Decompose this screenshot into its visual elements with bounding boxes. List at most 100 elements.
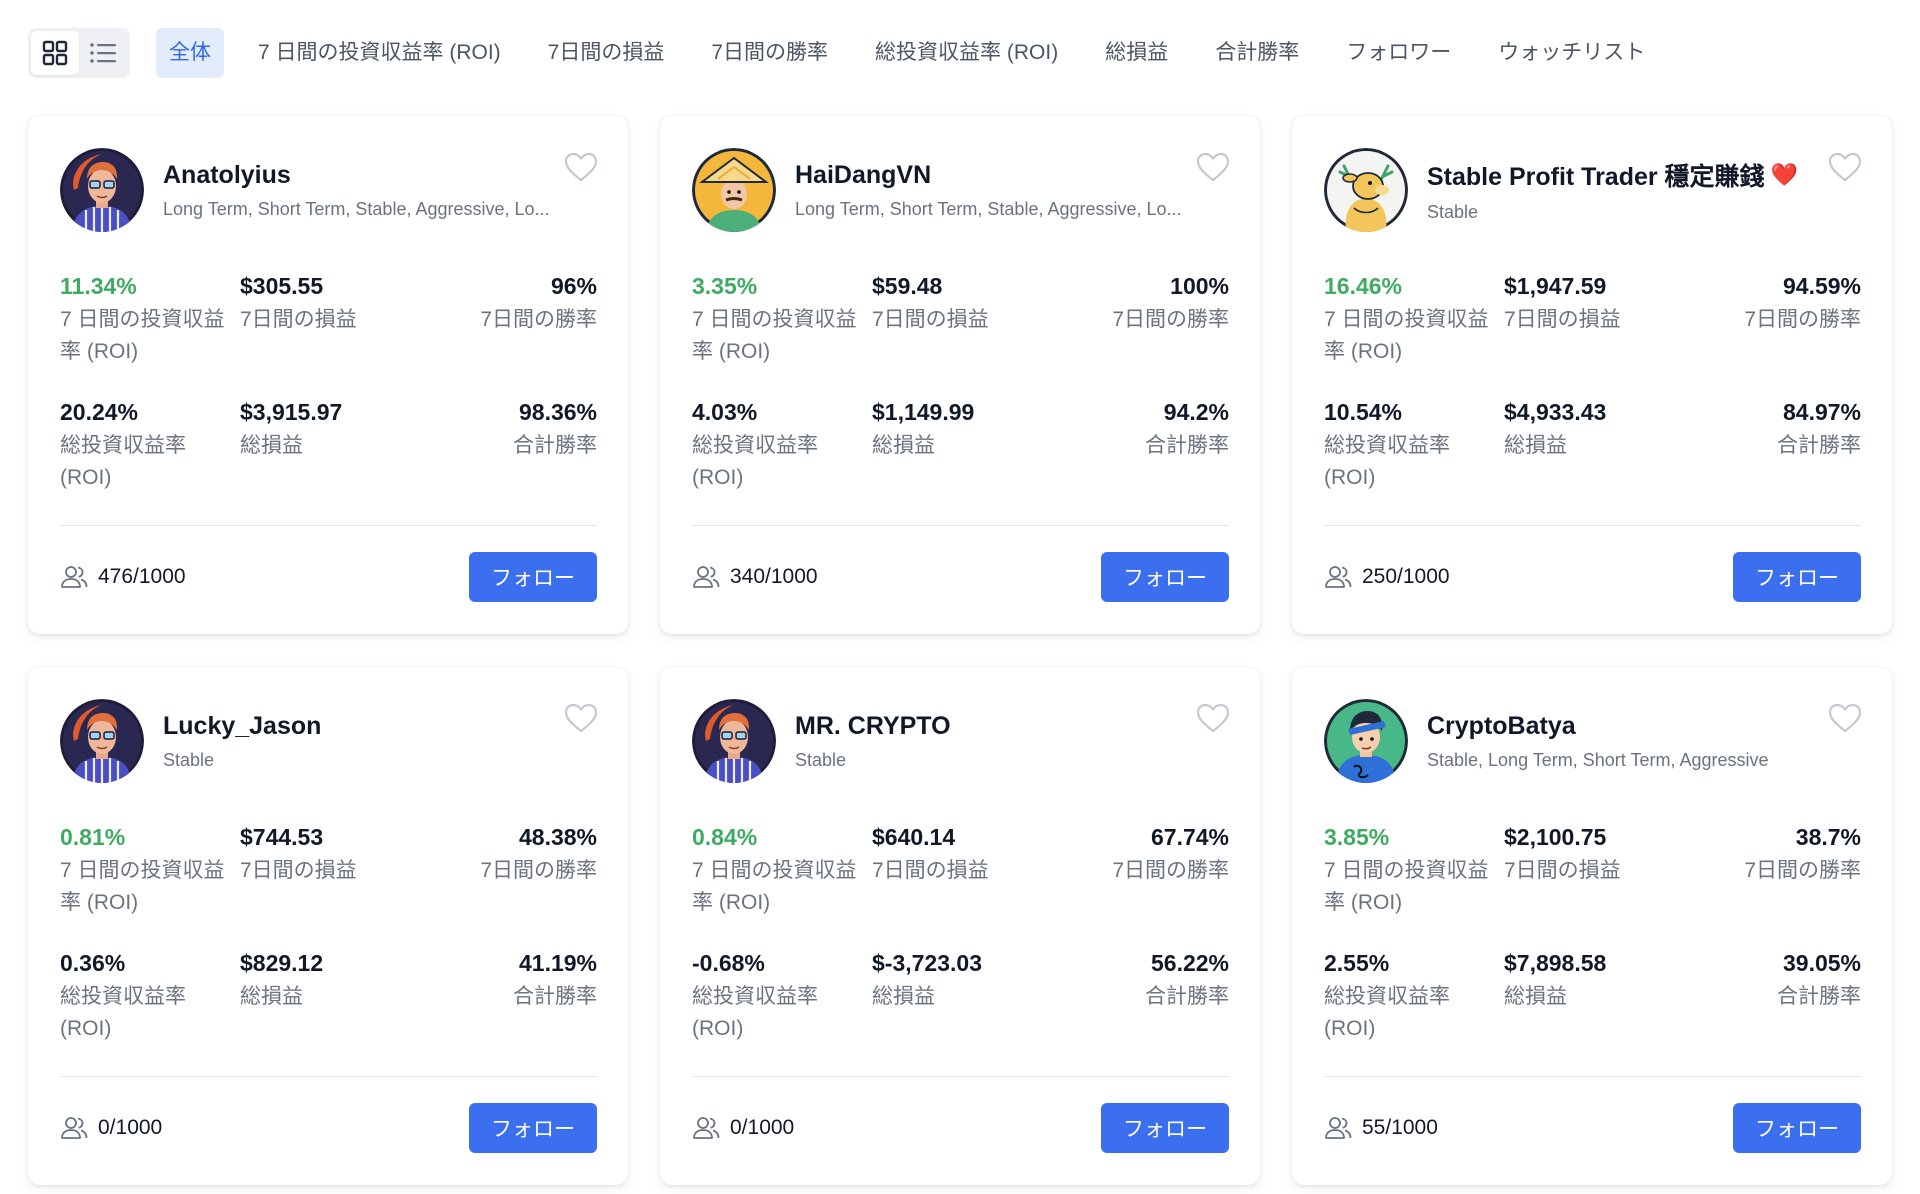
- tab-roi-total[interactable]: 総投資収益率 (ROI): [862, 28, 1071, 78]
- winrate-total-value: 41.19%: [518, 950, 597, 976]
- winrate-7d-label: 7日間の勝率: [1744, 308, 1861, 331]
- follower-count-text: 250/1000: [1362, 565, 1450, 588]
- follow-button[interactable]: フォロー: [1733, 1103, 1861, 1153]
- divider: [60, 525, 597, 526]
- view-toggle: [28, 28, 130, 78]
- roi-7d-label: 7 日間の投資収益率 (ROI): [60, 308, 225, 363]
- pnl-7d-label: 7日間の損益: [1504, 859, 1621, 882]
- trader-card[interactable]: HaiDangVN Long Term, Short Term, Stable,…: [660, 116, 1260, 634]
- trader-card[interactable]: Stable Profit Trader 穩定賺錢 ❤️ Stable 16.46…: [1292, 116, 1892, 634]
- card-footer: 55/1000 フォロー: [1324, 1103, 1861, 1153]
- follow-button[interactable]: フォロー: [469, 552, 597, 602]
- card-header: HaiDangVN Long Term, Short Term, Stable,…: [692, 148, 1229, 232]
- winrate-7d-value: 96%: [550, 273, 597, 299]
- nerd-avatar: [692, 699, 776, 783]
- roi-total-value: 20.24%: [60, 399, 139, 425]
- card-header: CryptoBatya Stable, Long Term, Short Ter…: [1324, 699, 1861, 783]
- pnl-7d-value: $744.53: [240, 824, 324, 850]
- divider: [60, 1076, 597, 1077]
- tab-pnl-7d[interactable]: 7日間の損益: [535, 28, 678, 78]
- tab-followers[interactable]: フォロワー: [1333, 28, 1464, 78]
- winrate-total-value: 98.36%: [518, 399, 597, 425]
- tab-all[interactable]: 全体: [156, 28, 224, 78]
- trader-card[interactable]: MR. CRYPTO Stable 0.84% 7 日間の投資収益率 (ROI) …: [660, 667, 1260, 1185]
- winrate-7d-value: 94.59%: [1782, 273, 1861, 299]
- roi-total-label: 総投資収益率 (ROI): [60, 985, 186, 1040]
- pnl-7d-value: $2,100.75: [1504, 824, 1607, 850]
- stats-row-7d: 3.85% 7 日間の投資収益率 (ROI) $2,100.75 7日間の損益 38…: [1324, 823, 1861, 919]
- blue-hoodie-avatar: [1324, 699, 1408, 783]
- grid-view-button[interactable]: [31, 31, 79, 75]
- follow-button[interactable]: フォロー: [1101, 552, 1229, 602]
- list-icon: [90, 43, 116, 63]
- trader-card[interactable]: Lucky_Jason Stable 0.81% 7 日間の投資収益率 (ROI)…: [28, 667, 628, 1185]
- stats-row-7d: 16.46% 7 日間の投資収益率 (ROI) $1,947.59 7日間の損益 9…: [1324, 272, 1861, 368]
- watchlist-heart-icon[interactable]: [564, 703, 598, 733]
- trader-tags: Stable: [795, 749, 847, 770]
- winrate-total-label: 合計勝率: [1145, 985, 1229, 1008]
- watchlist-heart-icon[interactable]: [1828, 152, 1862, 182]
- watchlist-heart-icon[interactable]: [1196, 703, 1230, 733]
- pnl-7d-value: $305.55: [240, 273, 324, 299]
- winrate-7d-label: 7日間の勝率: [1744, 859, 1861, 882]
- pnl-7d-label: 7日間の損益: [1504, 308, 1621, 331]
- tab-watchlist[interactable]: ウォッチリスト: [1485, 28, 1658, 78]
- trader-tags: Stable, Long Term, Short Term, Aggressiv…: [1427, 749, 1769, 770]
- tab-winrate-total[interactable]: 合計勝率: [1202, 28, 1312, 78]
- watchlist-heart-icon[interactable]: [564, 152, 598, 182]
- watchlist-heart-icon[interactable]: [1196, 152, 1230, 182]
- roi-7d-value: 3.35%: [692, 273, 758, 299]
- pnl-total-label: 総損益: [1504, 985, 1567, 1008]
- follow-button[interactable]: フォロー: [1101, 1103, 1229, 1153]
- trader-tags: Stable: [163, 749, 215, 770]
- stats-row-7d: 3.35% 7 日間の投資収益率 (ROI) $59.48 7日間の損益 100% 7…: [692, 272, 1229, 368]
- stats-row-total: 20.24% 総投資収益率 (ROI) $3,915.97 総損益 98.36% 合計…: [60, 398, 597, 494]
- pnl-7d-label: 7日間の損益: [872, 859, 989, 882]
- card-footer: 476/1000 フォロー: [60, 552, 597, 602]
- users-icon: [693, 1117, 720, 1139]
- pnl-total-label: 総損益: [872, 434, 935, 457]
- roi-7d-label: 7 日間の投資収益率 (ROI): [1324, 308, 1489, 363]
- pnl-7d-label: 7日間の損益: [240, 308, 357, 331]
- pnl-total-label: 総損益: [240, 985, 303, 1008]
- trader-card[interactable]: CryptoBatya Stable, Long Term, Short Ter…: [1292, 667, 1892, 1185]
- roi-total-label: 総投資収益率 (ROI): [60, 434, 186, 489]
- pnl-total-value: $-3,723.03: [872, 950, 982, 976]
- roi-7d-value: 0.81%: [60, 824, 126, 850]
- follow-button[interactable]: フォロー: [469, 1103, 597, 1153]
- trader-card[interactable]: Anatolyius Long Term, Short Term, Stable…: [28, 116, 628, 634]
- card-header: Lucky_Jason Stable: [60, 699, 597, 783]
- roi-7d-label: 7 日間の投資収益率 (ROI): [60, 859, 225, 914]
- follow-button[interactable]: フォロー: [1733, 552, 1861, 602]
- grid-icon: [42, 40, 68, 66]
- winrate-total-value: 84.97%: [1782, 399, 1861, 425]
- winrate-total-label: 合計勝率: [1777, 434, 1861, 457]
- watchlist-heart-icon[interactable]: [1828, 703, 1862, 733]
- winrate-total-value: 56.22%: [1150, 950, 1229, 976]
- pnl-total-value: $1,149.99: [872, 399, 975, 425]
- trader-grid: Anatolyius Long Term, Short Term, Stable…: [28, 116, 1898, 1185]
- sort-tabs: 全体 7 日間の投資収益率 (ROI) 7日間の損益 7日間の勝率 総投資収益率…: [156, 28, 1679, 78]
- tab-pnl-total[interactable]: 総損益: [1092, 28, 1181, 78]
- pnl-total-value: $7,898.58: [1504, 950, 1607, 976]
- divider: [1324, 1076, 1861, 1077]
- winrate-7d-label: 7日間の勝率: [480, 308, 597, 331]
- roi-7d-value: 11.34%: [60, 273, 137, 299]
- pnl-7d-value: $1,947.59: [1504, 273, 1607, 299]
- follower-count: 0/1000: [692, 1116, 794, 1140]
- roi-7d-value: 16.46%: [1324, 273, 1403, 299]
- follower-count: 250/1000: [1324, 565, 1450, 589]
- roi-total-value: -0.68%: [692, 950, 765, 976]
- tab-winrate-7d[interactable]: 7日間の勝率: [698, 28, 841, 78]
- tab-roi-7d[interactable]: 7 日間の投資収益率 (ROI): [245, 28, 514, 78]
- trader-name: HaiDangVN: [795, 160, 932, 189]
- stats-row-total: -0.68% 総投資収益率 (ROI) $-3,723.03 総損益 56.22% 合…: [692, 949, 1229, 1045]
- card-header: Anatolyius Long Term, Short Term, Stable…: [60, 148, 597, 232]
- roi-total-label: 総投資収益率 (ROI): [692, 434, 818, 489]
- users-icon: [1325, 566, 1352, 588]
- follower-count-text: 476/1000: [98, 565, 186, 588]
- winrate-7d-value: 100%: [1170, 273, 1229, 299]
- users-icon: [61, 1117, 88, 1139]
- winrate-7d-label: 7日間の勝率: [480, 859, 597, 882]
- list-view-button[interactable]: [79, 31, 127, 75]
